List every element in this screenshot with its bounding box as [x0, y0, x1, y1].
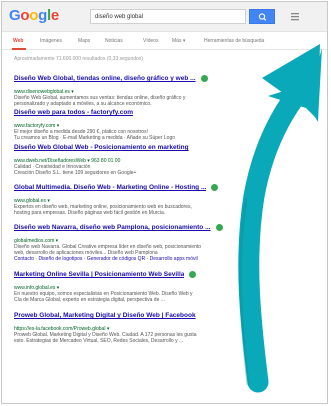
tab-more[interactable]: Más ▾ — [172, 38, 185, 44]
logo-letter: e — [50, 7, 59, 24]
tab-images[interactable]: Imágenes — [40, 38, 62, 44]
search-button[interactable] — [249, 9, 275, 24]
search-header: Google diseño web global — [2, 2, 327, 32]
result-title-link[interactable]: Diseño web para todos - factoryfy.com — [14, 109, 133, 117]
search-result: Diseño Web Global Web - Posicionamiento … — [14, 139, 314, 176]
tab-web[interactable]: Web — [13, 38, 23, 44]
logo-letter: o — [20, 7, 30, 24]
result-title-link[interactable]: Proweb Global, Marketing Digital y Diseñ… — [14, 312, 196, 320]
verified-badge-icon — [211, 184, 219, 192]
search-tabs: Web Imágenes Maps Noticias Vídeos Más ▾ … — [2, 32, 327, 50]
result-title-link[interactable]: Global Multimedia. Diseño Web - Marketin… — [14, 184, 206, 192]
tab-videos[interactable]: Vídeos — [143, 38, 159, 44]
logo-letter: o — [29, 7, 39, 24]
result-sitelinks[interactable]: Contacto · Diseño de logotipos · Generad… — [14, 256, 314, 262]
search-icon — [258, 13, 267, 21]
result-snippet: Cía de Marca Global, experto en estrateg… — [14, 297, 165, 303]
result-title-link[interactable]: Diseño web Navarra, diseño web Pamplona,… — [14, 224, 211, 232]
result-title-link[interactable]: Diseño Web Global, tiendas online, diseñ… — [14, 75, 196, 83]
result-snippet: Creación Diseño S.L. tiene 109 seguidore… — [14, 170, 137, 176]
verified-badge-icon — [215, 224, 223, 232]
search-input[interactable]: diseño web global — [90, 9, 246, 24]
result-title-link[interactable]: Marketing Online Sevilla | Posicionamien… — [14, 271, 184, 279]
search-result: Diseño web Navarra, diseño web Pamplona,… — [14, 219, 314, 262]
browser-frame: Google diseño web global Web Imágenes Ma… — [1, 1, 328, 404]
verified-badge-icon — [189, 271, 197, 279]
search-result: Diseño Web Global, tiendas online, diseñ… — [14, 70, 314, 107]
search-result: Global Multimedia. Diseño Web - Marketin… — [14, 179, 314, 216]
verified-badge-icon — [200, 75, 208, 83]
google-logo[interactable]: Google — [9, 8, 59, 24]
logo-letter: G — [9, 7, 21, 24]
search-result: Proweb Global, Marketing Digital y Diseñ… — [14, 307, 314, 344]
grid-menu-icon[interactable] — [290, 10, 302, 22]
tab-search-tools[interactable]: Herramientas de búsqueda — [204, 38, 264, 44]
logo-letter: g — [38, 7, 47, 24]
search-result: Diseño web para todos - factoryfy.com ww… — [14, 104, 314, 141]
tab-news[interactable]: Noticias — [105, 38, 123, 44]
result-snippet: esto. Estrategias de Mercadeo Virtual, S… — [14, 338, 184, 344]
result-snippet: hosting para empresas. Diseño páginas we… — [14, 210, 166, 216]
active-tab-indicator — [12, 48, 26, 50]
results-stats: Aproximadamente 71.600.000 resultados (0… — [14, 56, 143, 62]
search-result: Marketing Online Sevilla | Posicionamien… — [14, 266, 314, 303]
result-title-link[interactable]: Diseño Web Global Web - Posicionamiento … — [14, 144, 189, 152]
tab-maps[interactable]: Maps — [78, 38, 90, 44]
